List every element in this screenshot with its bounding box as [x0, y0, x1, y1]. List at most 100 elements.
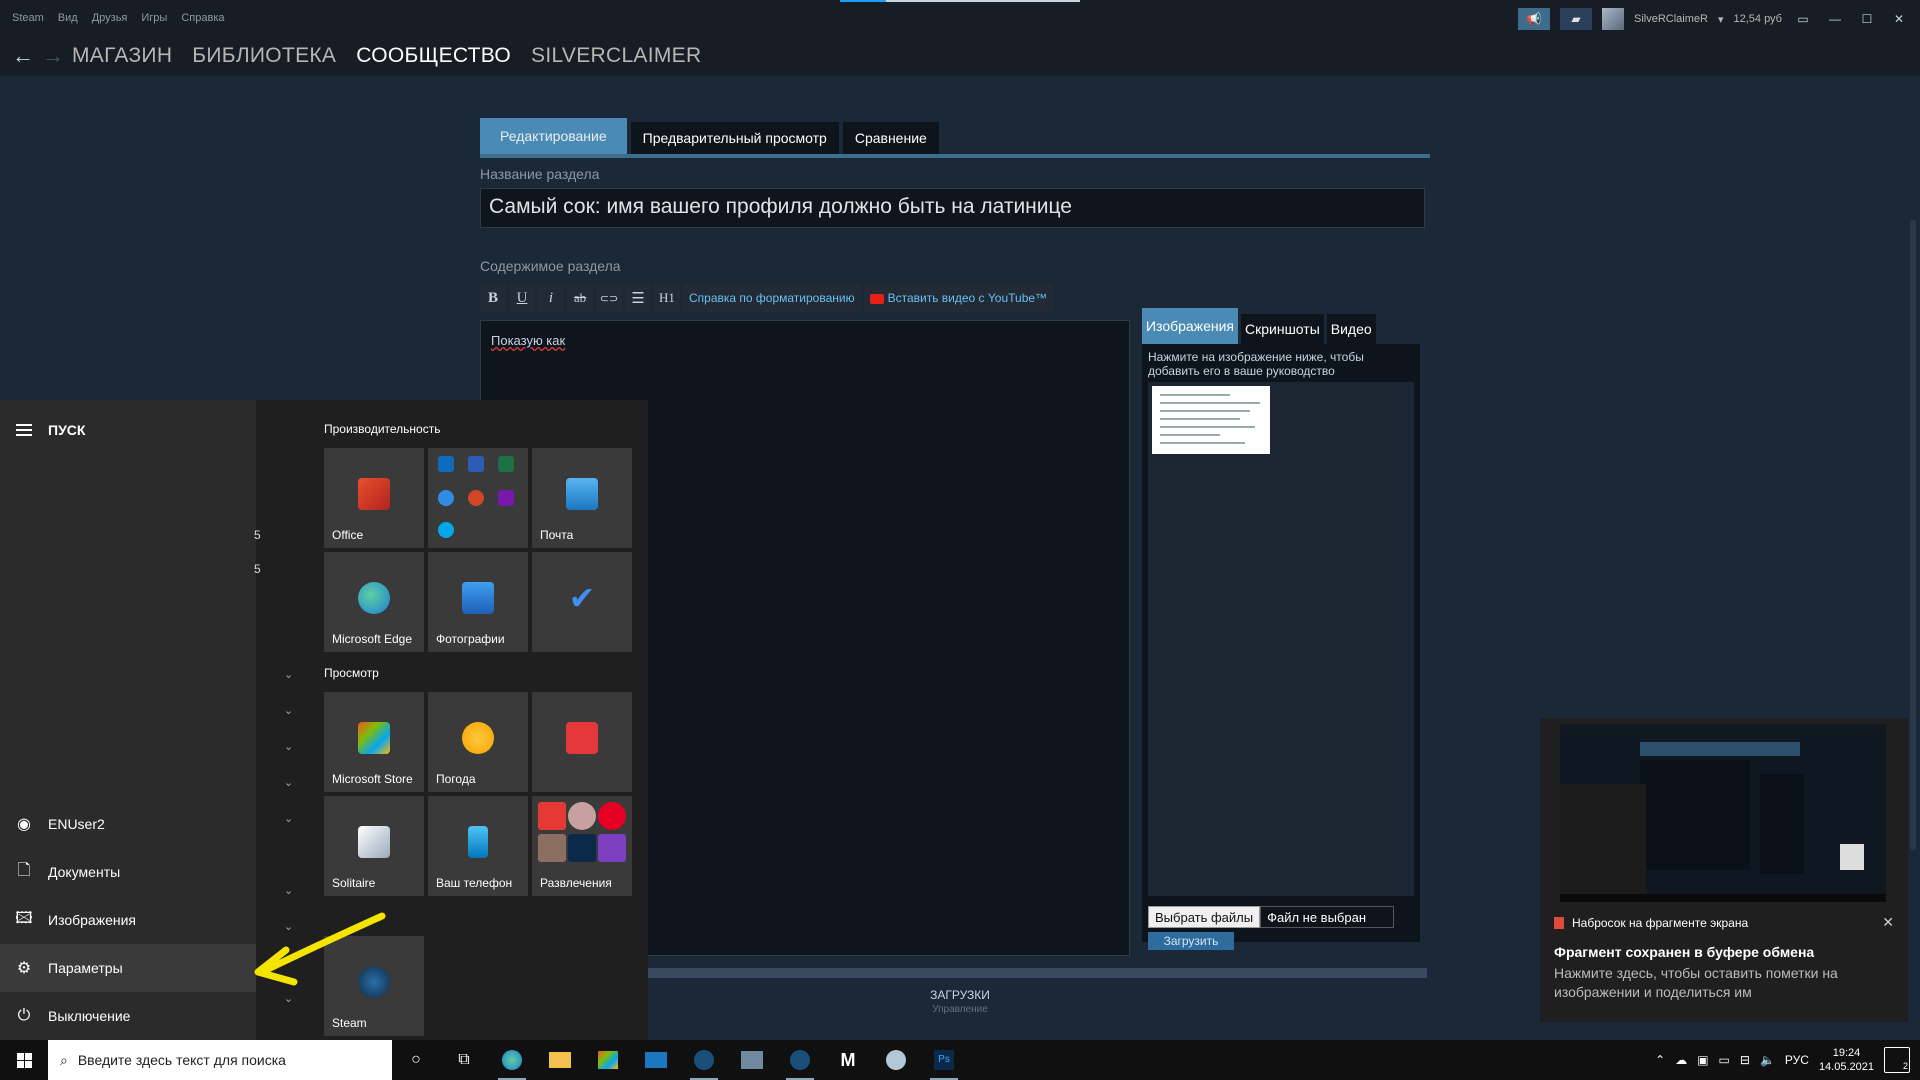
tile-weather-label: Погода [436, 772, 476, 786]
search-icon: ⌕ [60, 1051, 68, 1068]
italic-button[interactable]: i [538, 284, 564, 312]
minimize-icon[interactable]: — [1824, 12, 1846, 26]
nav-store[interactable]: МАГАЗИН [72, 44, 172, 68]
tile-entertainment[interactable]: Развлечения [532, 796, 632, 896]
steam-title-bar: Steam Вид Друзья Игры Справка 📢 ▰ SilveR… [0, 0, 1920, 36]
store-taskbar-icon[interactable] [584, 1040, 632, 1080]
page-scrollbar[interactable] [1910, 220, 1916, 850]
windows-start-button[interactable] [0, 1040, 48, 1080]
maximize-icon[interactable]: ☐ [1856, 12, 1878, 26]
chevron-up-icon[interactable]: ⌃ [1655, 1053, 1665, 1067]
chevron-down-icon[interactable]: ⌄ [284, 812, 293, 825]
choose-files-button[interactable]: Выбрать файлы [1148, 906, 1261, 928]
tab-edit[interactable]: Редактирование [480, 118, 627, 154]
tab-video[interactable]: Видео [1326, 314, 1376, 344]
tile-office[interactable]: Office [324, 448, 424, 548]
mail-taskbar-icon[interactable] [632, 1040, 680, 1080]
underline-button[interactable]: U [509, 284, 535, 312]
downloads-button[interactable]: ЗАГРУЗКИ Управление [880, 988, 1040, 1015]
language-indicator[interactable]: РУС [1785, 1053, 1809, 1067]
tile-todo[interactable]: ✔ [532, 552, 632, 652]
image-thumbnail[interactable] [1152, 386, 1270, 454]
back-arrow-icon[interactable]: ← [12, 43, 42, 69]
heading-button[interactable]: H1 [654, 284, 680, 312]
menu-view[interactable]: Вид [58, 12, 78, 24]
account-name[interactable]: SilveRClaimeR [1634, 13, 1708, 25]
tile-photos[interactable]: Фотографии [428, 552, 528, 652]
photoshop-taskbar-icon[interactable]: Ps [920, 1040, 968, 1080]
insert-youtube-link[interactable]: Вставить видео с YouTube™ [863, 284, 1054, 312]
big-picture-icon[interactable]: ▭ [1792, 12, 1814, 26]
chevron-down-icon[interactable]: ⌄ [284, 992, 293, 1005]
tray-app-icon[interactable]: ▣ [1697, 1053, 1708, 1067]
tab-images[interactable]: Изображения [1142, 308, 1238, 344]
menu-friends[interactable]: Друзья [92, 12, 128, 24]
tile-solitaire[interactable]: Solitaire [324, 796, 424, 896]
chevron-down-icon[interactable]: ⌄ [284, 884, 293, 897]
steam-taskbar-icon[interactable] [680, 1040, 728, 1080]
tile-phone[interactable]: Ваш телефон [428, 796, 528, 896]
tile-entertainment-label: Развлечения [540, 876, 612, 890]
meet-now-icon[interactable]: ▭ [1719, 1053, 1730, 1067]
start-settings[interactable]: ⚙ Параметры [0, 944, 256, 992]
strikethrough-button[interactable]: ab [567, 284, 593, 312]
app-taskbar-icon[interactable] [728, 1040, 776, 1080]
close-icon[interactable]: ✕ [1888, 12, 1910, 26]
menu-help[interactable]: Справка [181, 12, 224, 24]
tab-preview[interactable]: Предварительный просмотр [630, 122, 839, 154]
clock[interactable]: 19:24 14.05.2021 [1819, 1046, 1874, 1074]
menu-steam[interactable]: Steam [12, 12, 44, 24]
start-images[interactable]: 🖾 Изображения [0, 896, 256, 944]
tile-office-apps[interactable] [428, 448, 528, 548]
m-app-icon[interactable]: M [824, 1040, 872, 1080]
section-name-input[interactable]: Самый сок: имя вашего профиля должно быт… [480, 188, 1425, 228]
chevron-down-icon[interactable]: ⌄ [284, 776, 293, 789]
tile-weather[interactable]: Погода [428, 692, 528, 792]
bold-button[interactable]: B [480, 284, 506, 312]
start-documents[interactable]: 🗋 Документы [0, 848, 256, 896]
tile-mail[interactable]: Почта [532, 448, 632, 548]
tile-edge[interactable]: Microsoft Edge [324, 552, 424, 652]
tile-news[interactable] [532, 692, 632, 792]
tile-office-label: Office [332, 528, 364, 542]
start-power[interactable]: ⏻ Выключение [0, 992, 256, 1040]
cortana-icon[interactable]: ○ [392, 1040, 440, 1080]
start-user[interactable]: ◉ ENUser2 [0, 800, 256, 848]
tab-compare[interactable]: Сравнение [842, 122, 939, 154]
section-content-label: Содержимое раздела [480, 258, 621, 274]
start-header[interactable]: ПУСК [16, 422, 85, 438]
explorer-icon[interactable] [536, 1040, 584, 1080]
group-browse: Просмотр [324, 666, 379, 680]
nav-community[interactable]: СООБЩЕСТВО [356, 44, 511, 68]
edge-taskbar-icon[interactable] [488, 1040, 536, 1080]
notification-inbox-icon[interactable]: ▰ [1559, 8, 1592, 30]
chevron-down-icon[interactable]: ⌄ [284, 668, 293, 681]
onedrive-tray-icon[interactable]: ☁ [1675, 1053, 1687, 1067]
list-icon[interactable]: ☰ [625, 284, 651, 312]
forward-arrow-icon[interactable]: → [42, 43, 72, 69]
task-view-icon[interactable]: ⧉ [440, 1040, 488, 1080]
close-icon[interactable]: ✕ [1882, 914, 1894, 931]
megaphone-icon[interactable]: 📢 [1517, 8, 1550, 30]
nav-library[interactable]: БИБЛИОТЕКА [192, 44, 336, 68]
menu-games[interactable]: Игры [141, 12, 167, 24]
link-icon[interactable]: ⊂⊃ [596, 284, 622, 312]
format-help-link[interactable]: Справка по форматированию [683, 284, 861, 312]
nav-user[interactable]: SILVERCLAIMER [531, 44, 701, 68]
clock-time: 19:24 [1832, 1047, 1861, 1059]
avatar[interactable] [1601, 8, 1624, 30]
chevron-down-icon[interactable]: ⌄ [284, 704, 293, 717]
tile-store[interactable]: Microsoft Store [324, 692, 424, 792]
chevron-down-icon[interactable]: ⌄ [284, 740, 293, 753]
snip-notification[interactable]: Набросок на фрагменте экрана ✕ Фрагмент … [1540, 718, 1908, 1022]
taskbar-search[interactable]: ⌕ Введите здесь текст для поиска [48, 1040, 392, 1080]
notif-app-name: Набросок на фрагменте экрана [1572, 916, 1749, 930]
upload-button[interactable]: Загрузить [1148, 932, 1234, 950]
action-center-icon[interactable]: 2 [1884, 1047, 1910, 1073]
volume-icon[interactable]: 🔈 [1760, 1053, 1775, 1067]
tab-screenshots[interactable]: Скриншоты [1241, 314, 1324, 344]
steam2-taskbar-icon[interactable] [776, 1040, 824, 1080]
network-icon[interactable]: ⊟ [1740, 1053, 1750, 1067]
paint-taskbar-icon[interactable] [872, 1040, 920, 1080]
chevron-down-icon[interactable]: ▾ [1718, 13, 1724, 26]
